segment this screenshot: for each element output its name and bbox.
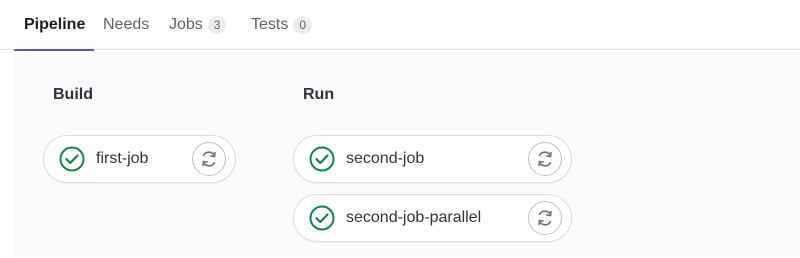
job-name: second-job — [346, 150, 425, 167]
tab-jobs[interactable]: Jobs 3 — [169, 0, 227, 50]
tab-needs[interactable]: Needs — [103, 0, 149, 50]
jobs-count-badge: 3 — [207, 16, 227, 34]
retry-button[interactable] — [528, 201, 562, 235]
retry-button[interactable] — [528, 142, 562, 176]
tab-jobs-label: Jobs — [169, 16, 203, 33]
tab-pipeline-label: Pipeline — [24, 16, 86, 33]
status-success-icon — [309, 146, 335, 172]
retry-icon — [538, 210, 552, 226]
tab-needs-label: Needs — [103, 16, 150, 33]
tab-pipeline[interactable]: Pipeline — [13, 0, 95, 51]
status-success-icon — [59, 146, 85, 172]
job-name: first-job — [96, 150, 149, 167]
stage-title-build: Build — [53, 86, 93, 103]
status-success-icon — [309, 205, 335, 231]
job-second-job-parallel[interactable]: second-job-parallel — [293, 194, 572, 242]
job-first-job[interactable]: first-job — [43, 135, 236, 183]
job-second-job[interactable]: second-job — [293, 135, 572, 183]
stage-title-run: Run — [303, 86, 335, 103]
retry-button[interactable] — [192, 142, 226, 176]
retry-icon — [202, 151, 216, 167]
tests-count-badge: 0 — [293, 16, 313, 34]
pipeline-tabs: Pipeline Needs Jobs 3 Tests 0 — [0, 0, 800, 51]
tab-tests-label: Tests — [251, 16, 289, 33]
job-name: second-job-parallel — [346, 209, 482, 226]
retry-icon — [538, 151, 552, 167]
tab-tests[interactable]: Tests 0 — [251, 0, 313, 50]
